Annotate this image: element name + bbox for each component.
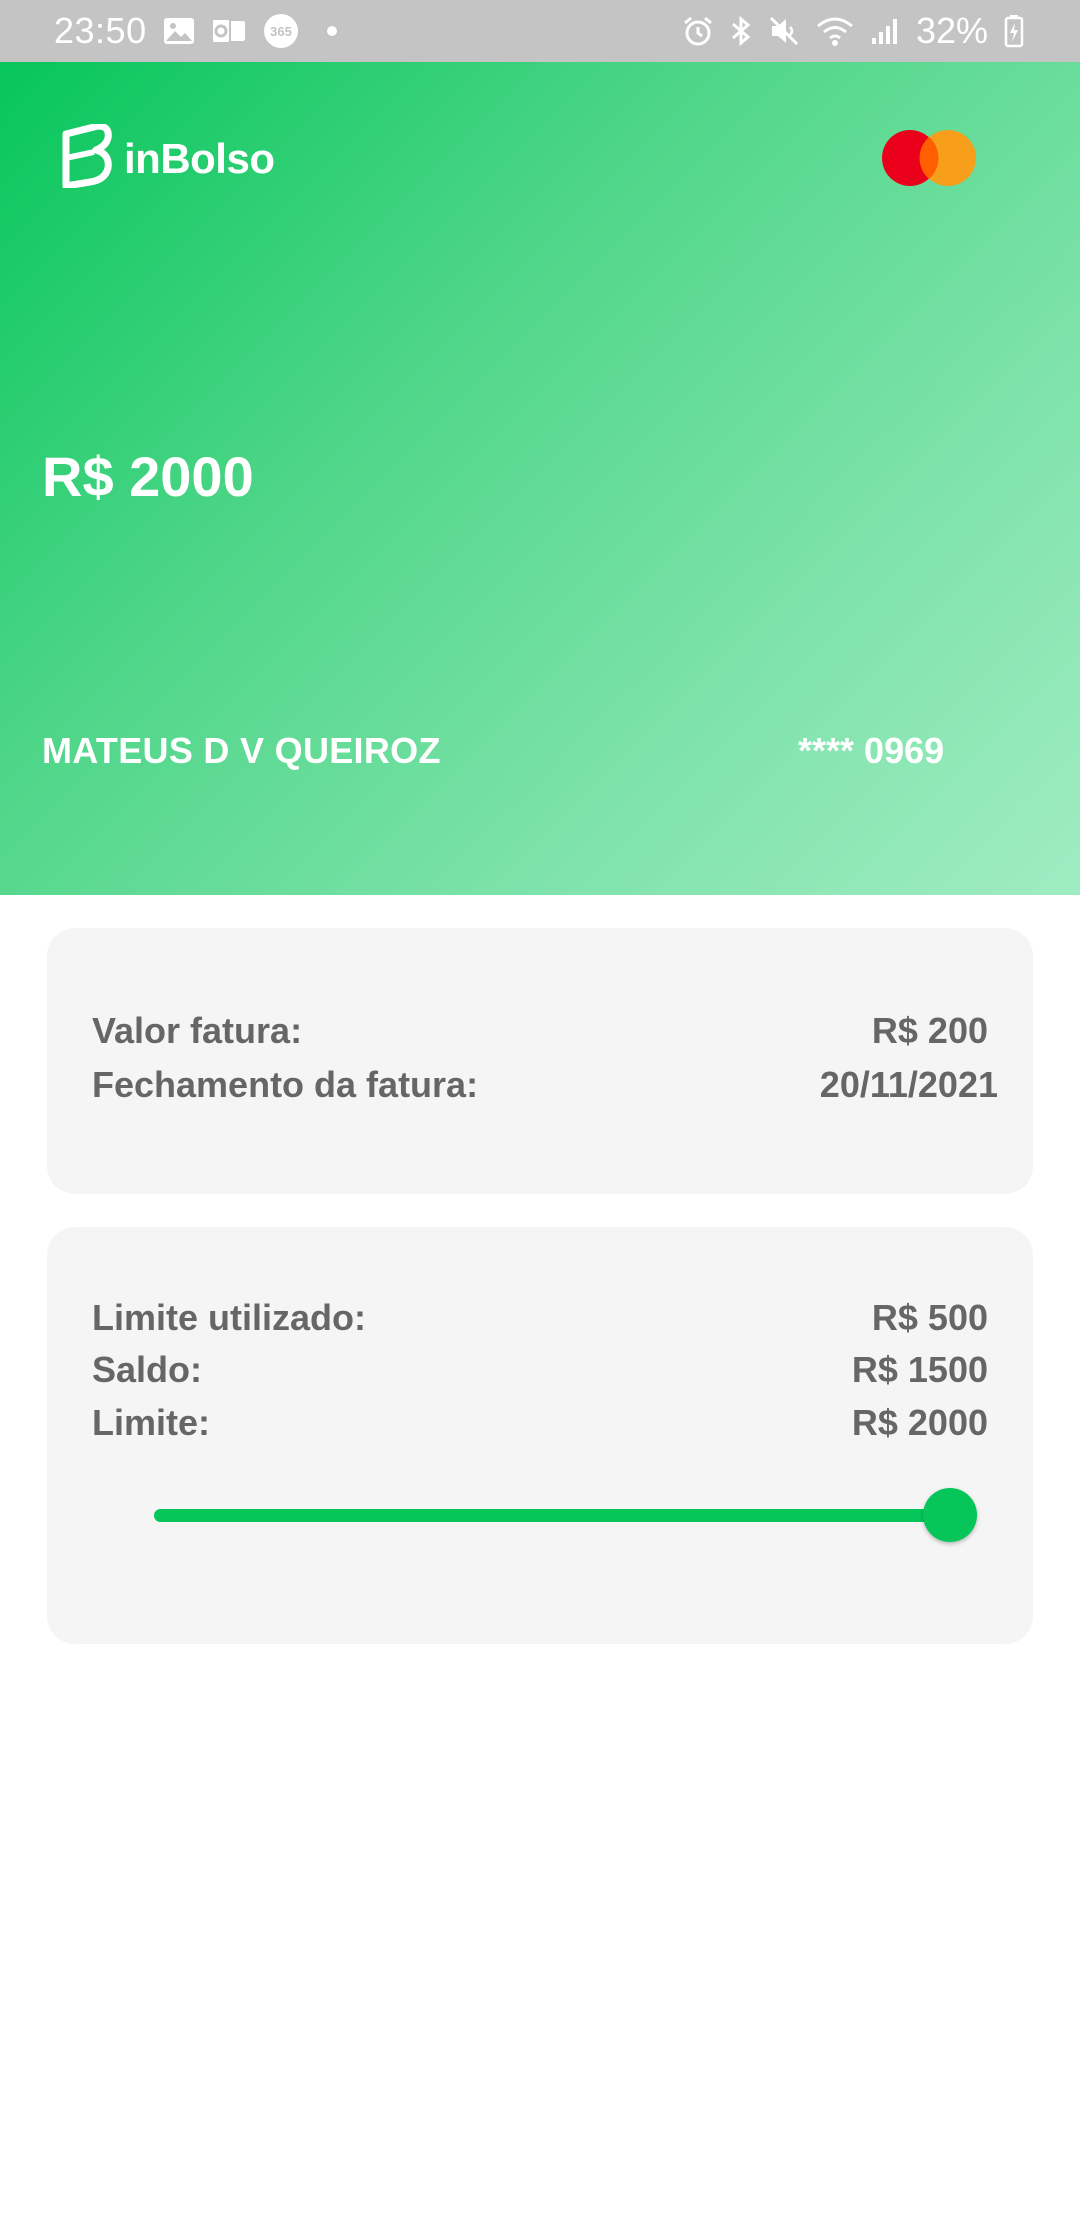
status-bar-right: 32% xyxy=(682,10,1024,52)
status-bar-left: 23:50 365 xyxy=(54,10,337,52)
battery-percent: 32% xyxy=(915,10,988,51)
card-holder-name: MATEUS D V QUEIROZ xyxy=(42,730,441,771)
invoice-panel: Valor fatura: R$ 200 Fechamento da fatur… xyxy=(47,928,1033,1194)
limit-used-label: Limite utilizado: xyxy=(92,1297,366,1338)
svg-text:365: 365 xyxy=(270,24,292,39)
battery-icon xyxy=(1004,14,1024,48)
gallery-icon xyxy=(163,17,195,45)
mastercard-icon xyxy=(882,128,978,188)
alarm-icon xyxy=(682,15,714,47)
limit-row: Limite: R$ 2000 xyxy=(92,1402,988,1444)
invoice-closing-row: Fechamento da fatura: 20/11/2021 xyxy=(92,1064,998,1106)
invoice-value-label: Valor fatura: xyxy=(92,1010,303,1051)
notification-dot xyxy=(326,26,337,36)
invoice-closing-label: Fechamento da fatura: xyxy=(92,1064,479,1105)
limit-used-value: R$ 500 xyxy=(871,1297,988,1338)
limit-value: R$ 2000 xyxy=(851,1402,988,1443)
invoice-value: R$ 200 xyxy=(871,1010,988,1051)
invoice-value-row: Valor fatura: R$ 200 xyxy=(92,1010,988,1052)
status-time: 23:50 xyxy=(54,10,147,51)
limit-slider[interactable] xyxy=(154,1487,977,1543)
credit-card: inBolso R$ 2000 MATEUS D V QUEIROZ **** … xyxy=(0,62,1080,895)
signal-icon xyxy=(870,16,900,46)
balance-label: Saldo: xyxy=(92,1349,203,1390)
limit-slider-thumb[interactable] xyxy=(923,1488,977,1542)
status-bar: 23:50 365 32% xyxy=(0,0,1080,62)
limit-panel: Limite utilizado: R$ 500 Saldo: R$ 1500 … xyxy=(47,1227,1033,1644)
limit-used-row: Limite utilizado: R$ 500 xyxy=(92,1297,988,1339)
outlook-icon xyxy=(210,17,247,45)
brand-name: inBolso xyxy=(124,134,275,182)
invoice-closing-date: 20/11/2021 xyxy=(819,1064,998,1105)
wifi-icon xyxy=(816,15,854,47)
bluetooth-icon xyxy=(730,15,752,47)
balance-row: Saldo: R$ 1500 xyxy=(92,1349,988,1391)
balance-value: R$ 1500 xyxy=(851,1349,988,1390)
card-number: **** 0969 xyxy=(798,730,945,771)
limit-slider-track[interactable] xyxy=(154,1509,950,1522)
office365-icon: 365 xyxy=(263,13,299,49)
limit-label: Limite: xyxy=(92,1402,211,1443)
brand-logo: inBolso xyxy=(60,122,275,193)
brand-logo-icon xyxy=(60,122,114,193)
limit-slider-fill xyxy=(154,1509,950,1522)
mute-icon xyxy=(768,15,800,47)
card-balance: R$ 2000 xyxy=(42,445,254,508)
